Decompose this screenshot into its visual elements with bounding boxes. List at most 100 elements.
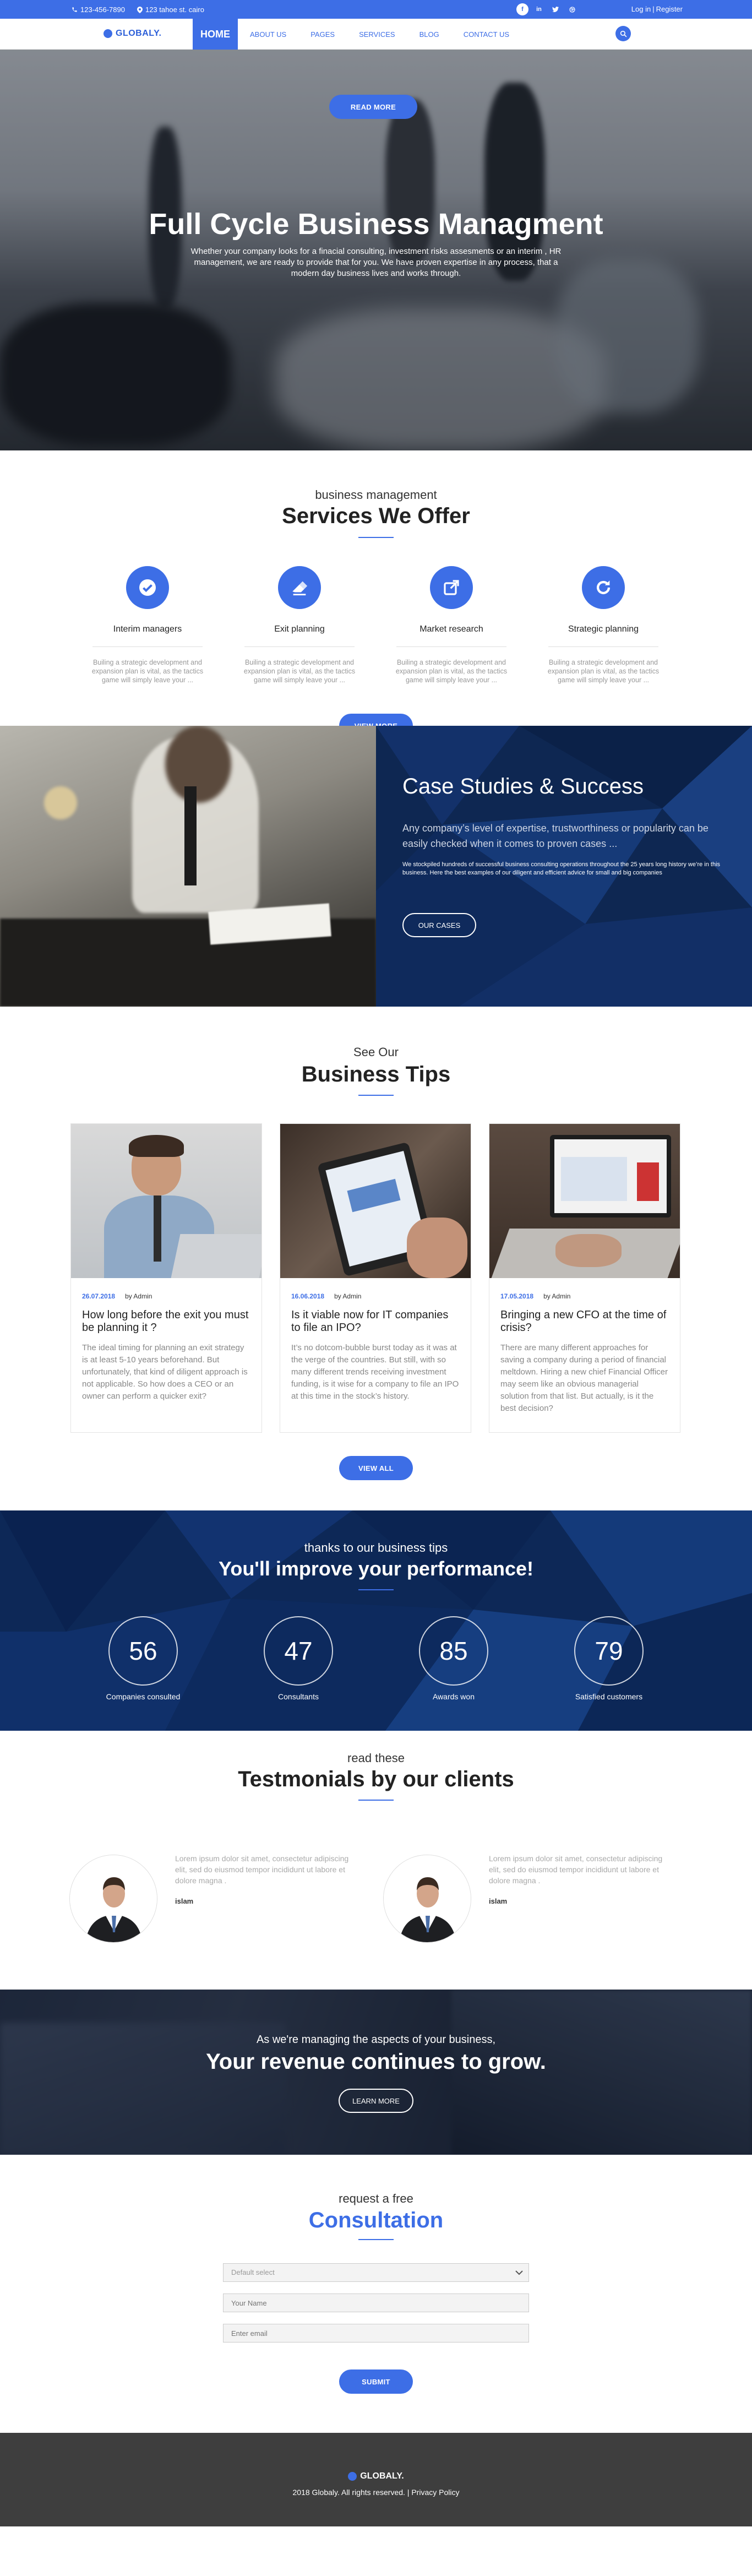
avatar — [69, 1855, 157, 1943]
dribbble-icon[interactable] — [566, 3, 578, 15]
learn-more-button[interactable]: LEARN MORE — [339, 2089, 413, 2113]
counter-label: Satisfied customers — [575, 1692, 643, 1701]
site-logo[interactable]: GLOBALY. — [103, 29, 161, 39]
login-link[interactable]: Log in — [631, 5, 651, 13]
chevron-down-icon — [515, 2270, 523, 2275]
case-studies-section: Case Studies & Success Any company’s lev… — [0, 726, 752, 1007]
counter-consultants: 47 Consultants — [243, 1616, 353, 1701]
service-title: Interim managers — [113, 624, 182, 634]
blog-post-card[interactable]: 26.07.2018 by Admin How long before the … — [70, 1123, 262, 1433]
posts-list: 26.07.2018 by Admin How long before the … — [70, 1123, 682, 1433]
nav-item-home[interactable]: HOME — [193, 19, 238, 50]
view-all-button[interactable]: VIEW ALL — [339, 1456, 413, 1480]
hero-title: Full Cycle Business Managment — [149, 208, 603, 241]
post-date: 16.06.2018 — [291, 1292, 325, 1300]
register-link[interactable]: Register — [656, 5, 683, 13]
map-pin-icon — [137, 6, 143, 13]
search-icon — [620, 30, 626, 37]
read-more-button[interactable]: READ MORE — [329, 95, 417, 119]
testimonial-quote: Lorem ipsum dolor sit amet, consectetur … — [489, 1854, 663, 1885]
footer: GLOBALY. 2018 Globaly. All rights reserv… — [0, 2433, 752, 2526]
service-select[interactable]: Default select — [223, 2263, 529, 2282]
nav-item-services[interactable]: SERVICES — [347, 19, 407, 50]
phone-contact: 123-456-7890 — [72, 6, 125, 14]
facebook-icon[interactable]: f — [516, 3, 528, 15]
auth-links: Log in | Register — [631, 5, 683, 13]
title-divider — [358, 537, 394, 538]
blog-post-card[interactable]: 16.06.2018 by Admin Is it viable now for… — [280, 1123, 471, 1433]
check-circle-icon — [126, 566, 169, 609]
tips-eyebrow: See Our — [353, 1045, 399, 1059]
external-link-icon — [430, 566, 473, 609]
consultation-section: request a free Consultation Default sele… — [0, 2155, 752, 2433]
services-eyebrow: business management — [315, 488, 437, 502]
counter-label: Consultants — [278, 1692, 319, 1701]
twitter-icon[interactable] — [549, 3, 562, 15]
logo-text: GLOBALY. — [116, 29, 162, 38]
service-text: Builing a strategic development and expa… — [547, 659, 660, 684]
counter-value: 56 — [108, 1616, 178, 1686]
service-text: Builing a strategic development and expa… — [243, 659, 356, 684]
linkedin-icon[interactable]: in — [533, 3, 545, 15]
post-author: by Admin — [543, 1292, 571, 1300]
testimonial-name: islam — [175, 1897, 194, 1905]
search-button[interactable] — [615, 26, 631, 41]
testimonial-name: islam — [489, 1897, 508, 1905]
blog-post-card[interactable]: 17.05.2018 by Admin Bringing a new CFO a… — [489, 1123, 680, 1433]
service-card: Exit planning Builing a strategic develo… — [224, 566, 375, 684]
globe-icon — [103, 29, 112, 38]
post-title[interactable]: Bringing a new CFO at the time of crisis… — [489, 1300, 680, 1334]
revenue-eyebrow: As we're managing the aspects of your bu… — [256, 2034, 496, 2046]
services-section: business management Services We Offer In… — [0, 450, 752, 738]
our-cases-button[interactable]: OUR CASES — [402, 913, 476, 937]
nav-item-blog[interactable]: BLOG — [407, 19, 451, 50]
title-divider — [358, 2239, 394, 2240]
submit-button[interactable]: SUBMIT — [339, 2370, 413, 2394]
case-studies-title: Case Studies & Success — [402, 774, 644, 798]
name-input[interactable] — [223, 2294, 529, 2312]
stats-section: thanks to our business tips You'll impro… — [0, 1510, 752, 1731]
counter-customers: 79 Satisfied customers — [554, 1616, 664, 1701]
case-studies-text: We stockpiled hundreds of successful bus… — [402, 861, 721, 876]
post-image — [280, 1124, 471, 1278]
post-meta: 26.07.2018 by Admin — [71, 1278, 261, 1300]
testimonial-quote: Lorem ipsum dolor sit amet, consectetur … — [175, 1854, 349, 1885]
services-title: Services We Offer — [282, 504, 470, 528]
case-studies-panel: Case Studies & Success Any company’s lev… — [376, 726, 752, 1007]
nav-item-contact[interactable]: CONTACT US — [451, 19, 521, 50]
address-text: 123 tahoe st. cairo — [145, 6, 204, 14]
address-contact: 123 tahoe st. cairo — [137, 6, 204, 14]
nav-item-about[interactable]: ABOUT US — [238, 19, 298, 50]
eraser-icon — [278, 566, 321, 609]
post-title[interactable]: Is it viable now for IT companies to fil… — [280, 1300, 471, 1334]
email-input[interactable] — [223, 2324, 529, 2343]
post-excerpt: The ideal timing for planning an exit st… — [82, 1343, 248, 1401]
footer-logo-text: GLOBALY. — [360, 2471, 404, 2481]
tips-title: Business Tips — [301, 1062, 451, 1086]
service-card: Market research Builing a strategic deve… — [375, 566, 527, 684]
testimonials-eyebrow: read these — [347, 1751, 405, 1765]
testimonial-card: Lorem ipsum dolor sit amet, consectetur … — [383, 1854, 691, 1948]
nav-item-pages[interactable]: PAGES — [298, 19, 347, 50]
phone-icon — [72, 7, 77, 12]
avatar — [383, 1855, 471, 1943]
counter-label: Companies consulted — [106, 1692, 181, 1701]
case-studies-image — [0, 726, 376, 1007]
revenue-title: Your revenue continues to grow. — [206, 2050, 546, 2074]
select-value: Default select — [231, 2268, 275, 2276]
phone-text: 123-456-7890 — [80, 6, 125, 14]
globe-icon — [348, 2472, 357, 2481]
top-bar: 123-456-7890 123 tahoe st. cairo f in Lo… — [0, 0, 752, 19]
counter-companies: 56 Companies consulted — [88, 1616, 198, 1701]
testimonials-title: Testmonials by our clients — [238, 1767, 514, 1791]
title-divider — [358, 1095, 394, 1096]
hero-text: Whether your company looks for a finacia… — [190, 247, 562, 278]
nav-menu: HOME ABOUT US PAGES SERVICES BLOG CONTAC… — [193, 19, 521, 50]
footer-logo[interactable]: GLOBALY. — [0, 2471, 752, 2481]
post-author: by Admin — [334, 1292, 362, 1300]
counter-value: 85 — [419, 1616, 488, 1686]
revenue-banner: As we're managing the aspects of your bu… — [0, 1990, 752, 2155]
post-date: 26.07.2018 — [82, 1292, 116, 1300]
post-title[interactable]: How long before the exit you must be pla… — [71, 1300, 261, 1334]
post-date: 17.05.2018 — [500, 1292, 534, 1300]
